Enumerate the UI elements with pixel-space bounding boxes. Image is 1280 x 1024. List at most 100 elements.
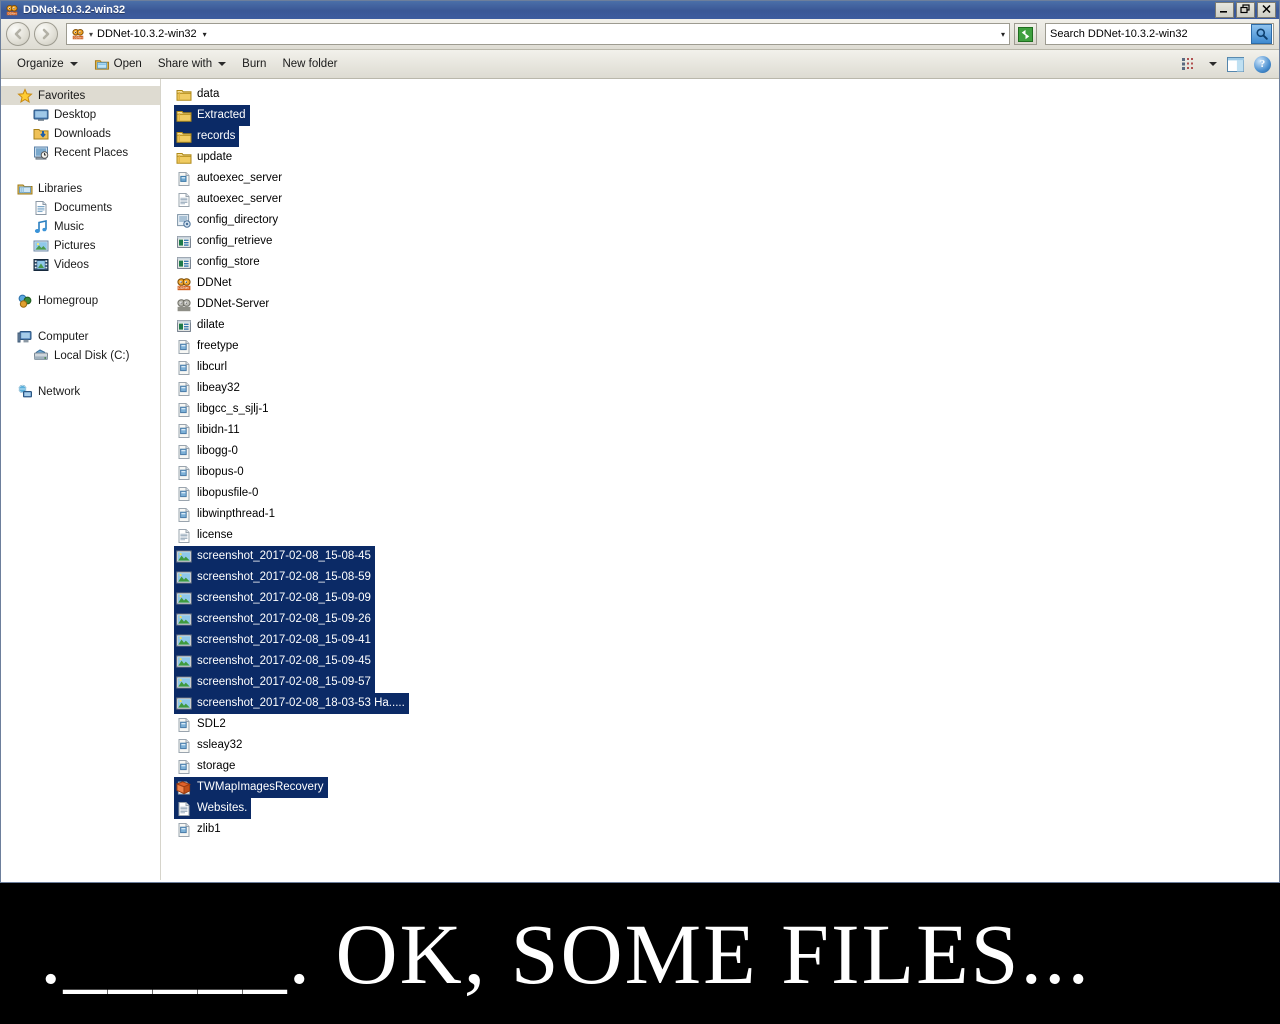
refresh-button[interactable]: [1014, 23, 1037, 45]
sidebar-item-videos[interactable]: Videos: [1, 255, 160, 274]
file-name: TWMapImagesRecovery: [197, 780, 324, 793]
file-row[interactable]: autoexec_server: [174, 189, 286, 210]
file-row[interactable]: config_retrieve: [174, 231, 276, 252]
sidebar-item-music[interactable]: Music: [1, 217, 160, 236]
file-row[interactable]: Extracted: [174, 105, 250, 126]
sidebar-item-desktop[interactable]: Desktop: [1, 105, 160, 124]
file-row[interactable]: ssleay32: [174, 735, 246, 756]
file-row[interactable]: screenshot_2017-02-08_15-09-26: [174, 609, 375, 630]
file-row[interactable]: zlib1: [174, 819, 225, 840]
app-window-icon: [177, 235, 191, 248]
share-with-label: Share with: [157, 58, 213, 70]
file-row[interactable]: dilate: [174, 315, 229, 336]
dll-file-icon: [178, 444, 190, 459]
sidebar-item-downloads[interactable]: Downloads: [1, 124, 160, 143]
file-row[interactable]: screenshot_2017-02-08_15-09-09: [174, 588, 375, 609]
address-history-chevron-down-icon[interactable]: ▾: [1001, 30, 1005, 39]
sidebar-label: Videos: [54, 258, 89, 271]
close-button[interactable]: [1257, 2, 1276, 18]
forward-button[interactable]: [34, 22, 58, 46]
file-row[interactable]: libogg-0: [174, 441, 242, 462]
help-button[interactable]: ?: [1254, 55, 1271, 73]
sidebar-label: Favorites: [38, 89, 86, 102]
minimize-button[interactable]: [1215, 2, 1234, 18]
file-row[interactable]: libcurl: [174, 357, 231, 378]
videos-icon: [33, 258, 49, 271]
file-row[interactable]: libwinpthread-1: [174, 504, 279, 525]
file-row[interactable]: update: [174, 147, 236, 168]
breadcrumb-chevron-down-icon[interactable]: ▾: [203, 30, 207, 39]
new-folder-button[interactable]: New folder: [274, 55, 345, 73]
sidebar-item-recent-places[interactable]: Recent Places: [1, 143, 160, 162]
sidebar-item-local-disk-c[interactable]: Local Disk (C:): [1, 346, 160, 365]
file-row[interactable]: data: [174, 84, 223, 105]
file-row[interactable]: SDL2: [174, 714, 230, 735]
view-chevron-down-icon[interactable]: [1209, 62, 1217, 66]
file-row[interactable]: DDNet-Server: [174, 294, 273, 315]
open-button[interactable]: Open: [86, 54, 150, 75]
file-name: libwinpthread-1: [197, 507, 275, 520]
command-bar: Organize Open Share with Burn New folder: [1, 50, 1279, 79]
file-row[interactable]: screenshot_2017-02-08_15-09-57: [174, 672, 375, 693]
dll-file-icon: [178, 738, 190, 753]
file-name: update: [197, 150, 233, 163]
sidebar-item-pictures[interactable]: Pictures: [1, 236, 160, 255]
file-row[interactable]: storage: [174, 756, 239, 777]
burn-button[interactable]: Burn: [234, 55, 274, 73]
star-icon: [17, 87, 33, 103]
file-row[interactable]: libopusfile-0: [174, 483, 262, 504]
file-row[interactable]: autoexec_server: [174, 168, 286, 189]
file-row[interactable]: screenshot_2017-02-08_15-09-45: [174, 651, 375, 672]
file-row[interactable]: libgcc_s_sjlj-1: [174, 399, 273, 420]
file-row[interactable]: config_store: [174, 252, 264, 273]
file-row[interactable]: screenshot_2017-02-08_18-03-53 Ha.....: [174, 693, 409, 714]
file-row[interactable]: freetype: [174, 336, 243, 357]
file-name: SDL2: [197, 717, 226, 730]
file-row[interactable]: screenshot_2017-02-08_15-08-45: [174, 546, 375, 567]
view-layout-icon[interactable]: [1181, 57, 1197, 71]
breadcrumb[interactable]: DDNet ▾ DDNet-10.3.2-win32 ▾ ▾: [66, 23, 1010, 45]
preview-pane-icon[interactable]: [1227, 56, 1244, 72]
file-row[interactable]: libeay32: [174, 378, 244, 399]
image-file-icon: [176, 592, 192, 604]
file-row[interactable]: libopus-0: [174, 462, 248, 483]
sidebar-item-documents[interactable]: Documents: [1, 198, 160, 217]
folder-icon: [176, 152, 192, 164]
sidebar-item-homegroup[interactable]: Homegroup: [1, 291, 160, 310]
search-input[interactable]: Search DDNet-10.3.2-win32: [1050, 28, 1188, 40]
file-row[interactable]: Websites.: [174, 798, 252, 819]
sidebar-item-libraries[interactable]: Libraries: [1, 179, 160, 198]
search-button[interactable]: [1251, 24, 1272, 44]
back-button[interactable]: [6, 22, 30, 46]
file-row[interactable]: license: [174, 525, 237, 546]
image-file-icon: [176, 634, 192, 646]
file-list[interactable]: data Extracted records update autoexec_serve…: [161, 79, 1279, 880]
file-row[interactable]: config_directory: [174, 210, 282, 231]
hard-disk-icon: [34, 348, 48, 360]
image-file-icon: [176, 655, 192, 667]
file-name: freetype: [197, 339, 239, 352]
file-row[interactable]: libidn-11: [174, 420, 244, 441]
file-name: libopusfile-0: [197, 486, 259, 499]
ddnet-icon: DDNet: [72, 29, 84, 40]
search-box[interactable]: Search DDNet-10.3.2-win32: [1045, 23, 1274, 45]
window-controls[interactable]: [1215, 2, 1276, 18]
file-row[interactable]: screenshot_2017-02-08_15-09-41: [174, 630, 375, 651]
sidebar-item-computer[interactable]: Computer: [1, 327, 160, 346]
file-row[interactable]: DDNet DDNet: [174, 273, 236, 294]
sidebar-item-favorites[interactable]: Favorites: [1, 86, 160, 105]
file-row[interactable]: screenshot_2017-02-08_15-08-59: [174, 567, 375, 588]
file-row[interactable]: TWMapImagesRecovery: [174, 777, 328, 798]
file-name: storage: [197, 759, 236, 772]
file-name: libeay32: [197, 381, 240, 394]
sidebar-item-network[interactable]: Network: [1, 382, 160, 401]
organize-button[interactable]: Organize: [9, 55, 86, 73]
file-name: libgcc_s_sjlj-1: [197, 402, 269, 415]
share-with-button[interactable]: Share with: [150, 55, 234, 73]
file-name: zlib1: [197, 822, 221, 835]
file-row[interactable]: records: [174, 126, 240, 147]
breadcrumb-path[interactable]: DDNet-10.3.2-win32: [97, 28, 197, 40]
maximize-button[interactable]: [1236, 2, 1255, 18]
